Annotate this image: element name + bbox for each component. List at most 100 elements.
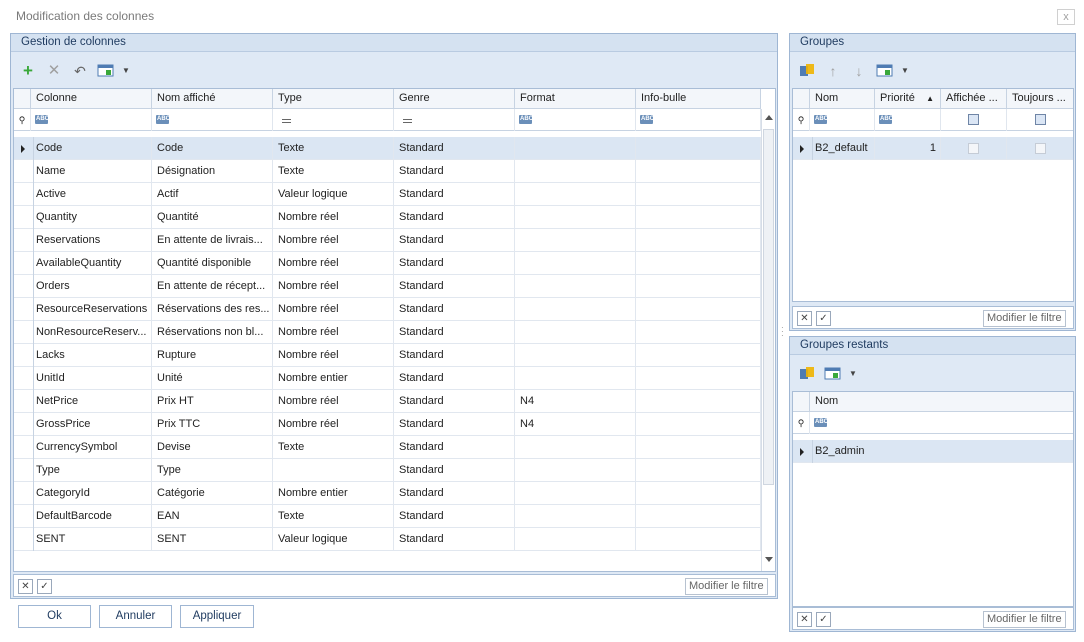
- table-row[interactable]: ResourceReservations Réservations des res…: [14, 298, 761, 321]
- cell-nom-affiche[interactable]: En attente de livrais...: [152, 229, 273, 252]
- cell-genre[interactable]: Standard: [394, 436, 515, 459]
- cell-genre[interactable]: Standard: [394, 298, 515, 321]
- cell-nom-affiche[interactable]: Actif: [152, 183, 273, 206]
- cell-format[interactable]: [515, 505, 636, 528]
- cell-type[interactable]: Valeur logique: [273, 183, 394, 206]
- cell-colonne[interactable]: NonResourceReserv...: [31, 321, 152, 344]
- cell-info-bulle[interactable]: [636, 206, 761, 229]
- cell-colonne[interactable]: GrossPrice: [31, 413, 152, 436]
- filter-enabled-checkbox[interactable]: ✓: [816, 612, 831, 627]
- cell-format[interactable]: [515, 206, 636, 229]
- cell-genre[interactable]: Standard: [394, 367, 515, 390]
- cell-colonne[interactable]: Reservations: [31, 229, 152, 252]
- filter-nom[interactable]: ABC: [810, 412, 1073, 434]
- splitter-handle[interactable]: · · ·: [781, 324, 785, 340]
- table-row[interactable]: B2_admin: [793, 440, 1073, 463]
- cell-type[interactable]: Texte: [273, 160, 394, 183]
- cell-type[interactable]: [273, 459, 394, 482]
- move-up-icon[interactable]: ↑: [824, 63, 842, 79]
- cell-type[interactable]: Nombre réel: [273, 229, 394, 252]
- filter-genre[interactable]: [394, 109, 515, 131]
- cell-type[interactable]: Nombre entier: [273, 367, 394, 390]
- table-row[interactable]: B2_default 1: [793, 137, 1073, 160]
- filter-priorite[interactable]: ABC: [875, 109, 941, 131]
- cell-colonne[interactable]: NetPrice: [31, 390, 152, 413]
- cell-info-bulle[interactable]: [636, 367, 761, 390]
- cancel-button[interactable]: Annuler: [99, 605, 172, 628]
- assign-group-icon[interactable]: [798, 366, 816, 382]
- filter-pin-icon[interactable]: ⚲: [793, 412, 810, 434]
- apply-button[interactable]: Appliquer: [180, 605, 254, 628]
- header-colonne[interactable]: Colonne: [31, 89, 152, 109]
- cell-colonne[interactable]: Code: [31, 137, 152, 160]
- affichee-checkbox[interactable]: [968, 143, 979, 154]
- cell-toujours[interactable]: [1007, 137, 1073, 160]
- table-row[interactable]: Name Désignation Texte Standard: [14, 160, 761, 183]
- cell-type[interactable]: Nombre réel: [273, 252, 394, 275]
- cell-genre[interactable]: Standard: [394, 528, 515, 551]
- cell-colonne[interactable]: DefaultBarcode: [31, 505, 152, 528]
- filter-pin-icon[interactable]: ⚲: [793, 109, 810, 131]
- cell-nom-affiche[interactable]: Prix HT: [152, 390, 273, 413]
- cell-nom-affiche[interactable]: Type: [152, 459, 273, 482]
- table-row[interactable]: UnitId Unité Nombre entier Standard: [14, 367, 761, 390]
- cell-genre[interactable]: Standard: [394, 344, 515, 367]
- cell-format[interactable]: [515, 275, 636, 298]
- filter-pin-icon[interactable]: ⚲: [14, 109, 31, 131]
- cell-info-bulle[interactable]: [636, 229, 761, 252]
- filter-type[interactable]: [273, 109, 394, 131]
- cell-genre[interactable]: Standard: [394, 229, 515, 252]
- table-row[interactable]: Lacks Rupture Nombre réel Standard: [14, 344, 761, 367]
- chevron-down-icon[interactable]: ▼: [121, 63, 131, 79]
- table-row[interactable]: GrossPrice Prix TTC Nombre réel Standard N4: [14, 413, 761, 436]
- cell-colonne[interactable]: CurrencySymbol: [31, 436, 152, 459]
- ok-button[interactable]: Ok: [18, 605, 91, 628]
- cell-type[interactable]: Nombre réel: [273, 206, 394, 229]
- cell-type[interactable]: Nombre réel: [273, 390, 394, 413]
- header-type[interactable]: Type: [273, 89, 394, 109]
- modify-filter-button[interactable]: Modifier le filtre: [685, 578, 768, 595]
- cell-colonne[interactable]: SENT: [31, 528, 152, 551]
- cell-format[interactable]: [515, 436, 636, 459]
- cell-format[interactable]: [515, 160, 636, 183]
- cell-format[interactable]: [515, 183, 636, 206]
- cell-format[interactable]: [515, 367, 636, 390]
- table-row[interactable]: AvailableQuantity Quantité disponible Nomb…: [14, 252, 761, 275]
- cell-genre[interactable]: Standard: [394, 413, 515, 436]
- cell-type[interactable]: Valeur logique: [273, 528, 394, 551]
- cell-genre[interactable]: Standard: [394, 160, 515, 183]
- cell-nom-affiche[interactable]: SENT: [152, 528, 273, 551]
- clear-filter-icon[interactable]: ✕: [797, 612, 812, 627]
- cell-genre[interactable]: Standard: [394, 206, 515, 229]
- cell-nom-affiche[interactable]: Catégorie: [152, 482, 273, 505]
- cell-genre[interactable]: Standard: [394, 321, 515, 344]
- cell-type[interactable]: Nombre réel: [273, 344, 394, 367]
- cell-type[interactable]: Nombre réel: [273, 413, 394, 436]
- add-icon[interactable]: +: [19, 62, 37, 79]
- cell-format[interactable]: [515, 482, 636, 505]
- header-affichee[interactable]: Affichée ...: [941, 89, 1007, 109]
- cell-nom-affiche[interactable]: Rupture: [152, 344, 273, 367]
- undo-icon[interactable]: ↶: [71, 63, 89, 79]
- cell-info-bulle[interactable]: [636, 160, 761, 183]
- table-row[interactable]: SENT SENT Valeur logique Standard: [14, 528, 761, 551]
- table-row[interactable]: CategoryId Catégorie Nombre entier Standard: [14, 482, 761, 505]
- header-nom-affiche[interactable]: Nom affiché: [152, 89, 273, 109]
- cell-priorite[interactable]: 1: [875, 137, 941, 160]
- cell-info-bulle[interactable]: [636, 321, 761, 344]
- cell-format[interactable]: [515, 344, 636, 367]
- cell-info-bulle[interactable]: [636, 298, 761, 321]
- filter-enabled-checkbox[interactable]: ✓: [37, 579, 52, 594]
- table-row[interactable]: NetPrice Prix HT Nombre réel Standard N4: [14, 390, 761, 413]
- cell-info-bulle[interactable]: [636, 459, 761, 482]
- cell-nom-affiche[interactable]: Réservations non bl...: [152, 321, 273, 344]
- cell-info-bulle[interactable]: [636, 252, 761, 275]
- cell-genre[interactable]: Standard: [394, 459, 515, 482]
- cell-type[interactable]: Texte: [273, 436, 394, 459]
- header-format[interactable]: Format: [515, 89, 636, 109]
- columns-view-icon[interactable]: [876, 63, 894, 79]
- cell-genre[interactable]: Standard: [394, 505, 515, 528]
- cell-info-bulle[interactable]: [636, 436, 761, 459]
- table-row[interactable]: NonResourceReserv... Réservations non bl.…: [14, 321, 761, 344]
- filter-nom[interactable]: ABC: [810, 109, 875, 131]
